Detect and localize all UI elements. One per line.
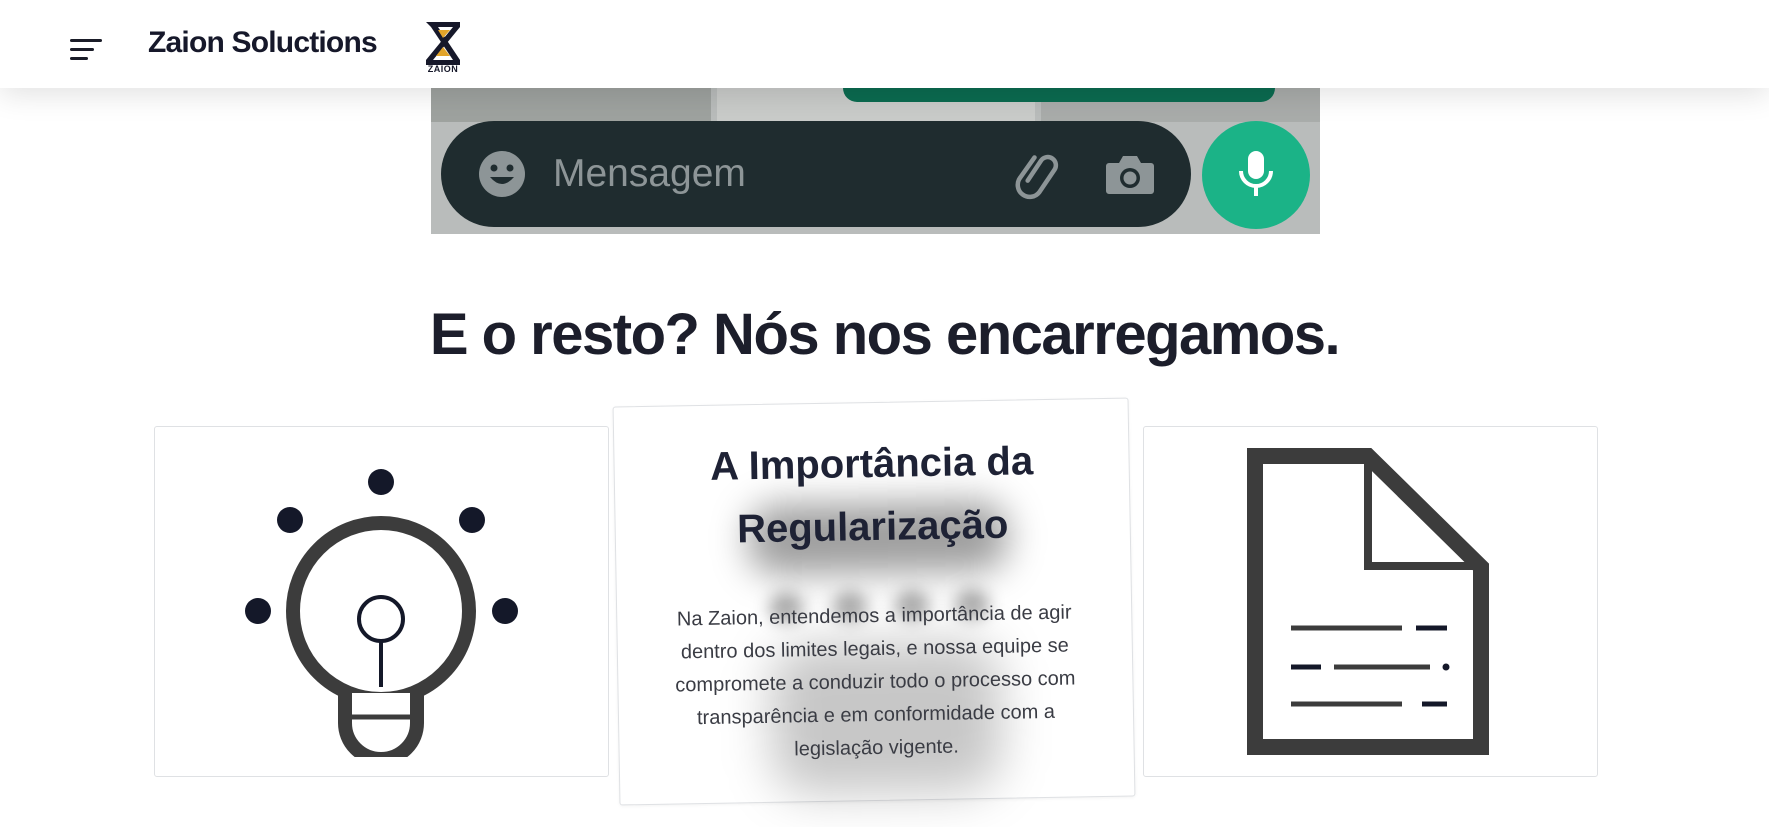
section-title: E o resto? Nós nos encarregamos. — [429, 302, 1341, 367]
emoji-icon[interactable] — [477, 149, 527, 199]
zaion-logo[interactable]: ZAION — [422, 20, 464, 78]
feature-card-documents[interactable] — [1143, 426, 1598, 777]
brand-name[interactable]: Zaion Soluctions — [148, 26, 378, 60]
message-input-bar[interactable]: Mensagem — [441, 121, 1191, 227]
feature-card-regularization[interactable]: A Importância da Regularização Na Zaion,… — [612, 397, 1136, 806]
logo-text: ZAION — [427, 64, 459, 74]
card-description: Na Zaion, entendemos a importância de ag… — [675, 601, 1076, 761]
hamburger-menu-icon[interactable] — [68, 36, 108, 64]
top-navbar: Zaion Soluctions ZAION — [0, 0, 1769, 88]
microphone-icon — [1239, 151, 1273, 196]
microphone-button[interactable] — [1202, 121, 1310, 229]
camera-icon[interactable] — [1105, 151, 1155, 197]
green-message-bubble — [843, 88, 1275, 102]
card-title: A Importância da Regularização — [709, 439, 1034, 552]
background-tile — [431, 88, 711, 122]
lightbulb-icon — [245, 469, 518, 757]
message-input[interactable]: Mensagem — [553, 147, 953, 201]
feature-card-ideas[interactable] — [154, 426, 609, 777]
whatsapp-message-bar-image: Mensagem — [431, 88, 1320, 234]
document-icon — [1247, 448, 1489, 755]
paperclip-icon[interactable] — [1013, 149, 1065, 201]
